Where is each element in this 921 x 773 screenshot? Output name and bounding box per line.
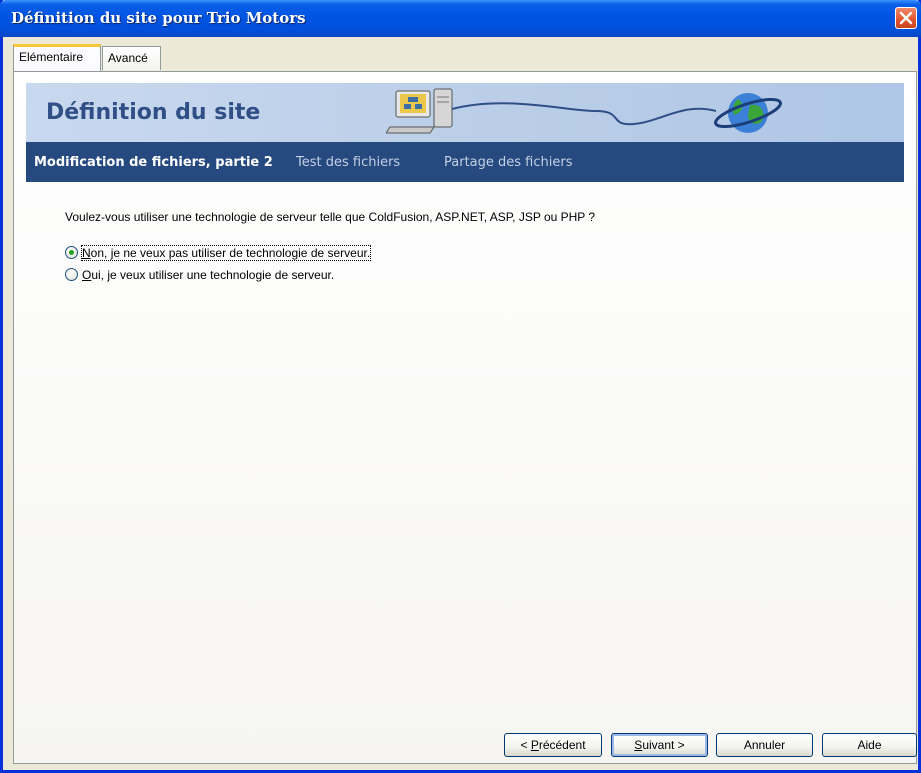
globe-icon bbox=[714, 93, 782, 133]
radio-button-unchecked[interactable] bbox=[65, 268, 78, 281]
close-button[interactable] bbox=[895, 7, 917, 29]
radio-button-checked[interactable] bbox=[65, 246, 78, 259]
banner-illustration bbox=[386, 88, 782, 134]
back-button[interactable]: < Précédent bbox=[504, 733, 602, 757]
step-sharing-files: Partage des fichiers bbox=[444, 155, 573, 170]
tab-basic[interactable]: Elémentaire bbox=[13, 44, 101, 71]
radio-yes-label[interactable]: Oui, je veux utiliser une technologie de… bbox=[82, 268, 334, 282]
header-banner: Définition du site bbox=[26, 83, 904, 142]
site-definition-dialog: Définition du site pour Trio Motors Défi… bbox=[0, 0, 921, 773]
wizard-step-bar: Modification de fichiers, partie 2 Test … bbox=[26, 142, 904, 182]
tab-advanced[interactable]: Avancé bbox=[102, 46, 161, 70]
banner-title: Définition du site bbox=[46, 100, 261, 125]
server-technology-question: Voulez-vous utiliser une technologie de … bbox=[65, 210, 596, 224]
step-testing-files: Test des fichiers bbox=[296, 155, 401, 170]
window-title: Définition du site pour Trio Motors bbox=[11, 9, 306, 27]
radio-no-label[interactable]: Non, je ne veux pas utiliser de technolo… bbox=[80, 245, 372, 261]
help-button[interactable]: Aide bbox=[822, 733, 917, 757]
cancel-button[interactable]: Annuler bbox=[716, 733, 813, 757]
title-bar[interactable]: Définition du site pour Trio Motors bbox=[0, 0, 921, 37]
next-button[interactable]: Suivant > bbox=[611, 733, 708, 757]
computer-icon bbox=[386, 88, 453, 134]
close-icon bbox=[899, 11, 913, 25]
tab-panel: Définition du site Modification de fichi… bbox=[13, 71, 917, 764]
step-editing-files-part-2: Modification de fichiers, partie 2 bbox=[34, 155, 273, 170]
